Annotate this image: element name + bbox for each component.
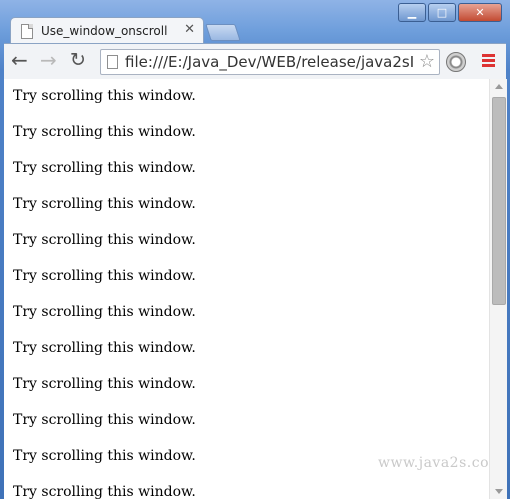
content-line: Try scrolling this window.: [13, 340, 196, 356]
content-line: Try scrolling this window.: [13, 268, 196, 284]
active-tab[interactable]: Use_window_onscroll_to_detect_scroll ✕: [10, 17, 204, 45]
browser-toolbar: ← → ↻ file:///E:/Java_Dev/WEB/release/ja…: [4, 43, 506, 79]
bookmark-star-icon[interactable]: ☆: [419, 51, 435, 72]
minimize-button[interactable]: ▁: [398, 3, 426, 22]
menu-icon[interactable]: [482, 54, 495, 69]
watermark: www.java2s.com: [378, 455, 489, 471]
content-line: Try scrolling this window.: [13, 232, 196, 248]
extension-icon[interactable]: [446, 52, 466, 72]
scroll-up-arrow-icon[interactable]: [495, 84, 503, 89]
tab-close-icon[interactable]: ✕: [184, 22, 195, 37]
forward-button[interactable]: →: [40, 49, 57, 71]
back-button[interactable]: ←: [11, 49, 28, 71]
scroll-down-arrow-icon[interactable]: [495, 489, 503, 494]
scrollbar-thumb[interactable]: [492, 97, 506, 305]
window-controls: ▁ □ ✕: [396, 3, 502, 22]
new-tab-button[interactable]: [205, 24, 241, 41]
maximize-button[interactable]: □: [428, 3, 456, 22]
content-line: Try scrolling this window.: [13, 448, 196, 464]
reload-button[interactable]: ↻: [70, 49, 86, 71]
content-line: Try scrolling this window.: [13, 196, 196, 212]
vertical-scrollbar[interactable]: [489, 79, 507, 499]
content-line: Try scrolling this window.: [13, 484, 196, 499]
page-content: Try scrolling this window. Try scrolling…: [4, 79, 489, 499]
page-icon: [107, 55, 118, 69]
tab-title: Use_window_onscroll_to_detect_scroll: [41, 24, 167, 38]
address-bar[interactable]: file:///E:/Java_Dev/WEB/release/java2sID…: [100, 49, 440, 75]
content-line: Try scrolling this window.: [13, 376, 196, 392]
browser-window-frame: ▁ □ ✕ Use_window_onscroll_to_detect_scro…: [0, 0, 510, 499]
page-icon: [21, 24, 33, 39]
content-line: Try scrolling this window.: [13, 304, 196, 320]
content-line: Try scrolling this window.: [13, 124, 196, 140]
content-line: Try scrolling this window.: [13, 412, 196, 428]
close-window-button[interactable]: ✕: [458, 3, 502, 22]
content-line: Try scrolling this window.: [13, 160, 196, 176]
url-text[interactable]: file:///E:/Java_Dev/WEB/release/java2sID…: [125, 53, 413, 71]
content-line: Try scrolling this window.: [13, 88, 196, 104]
